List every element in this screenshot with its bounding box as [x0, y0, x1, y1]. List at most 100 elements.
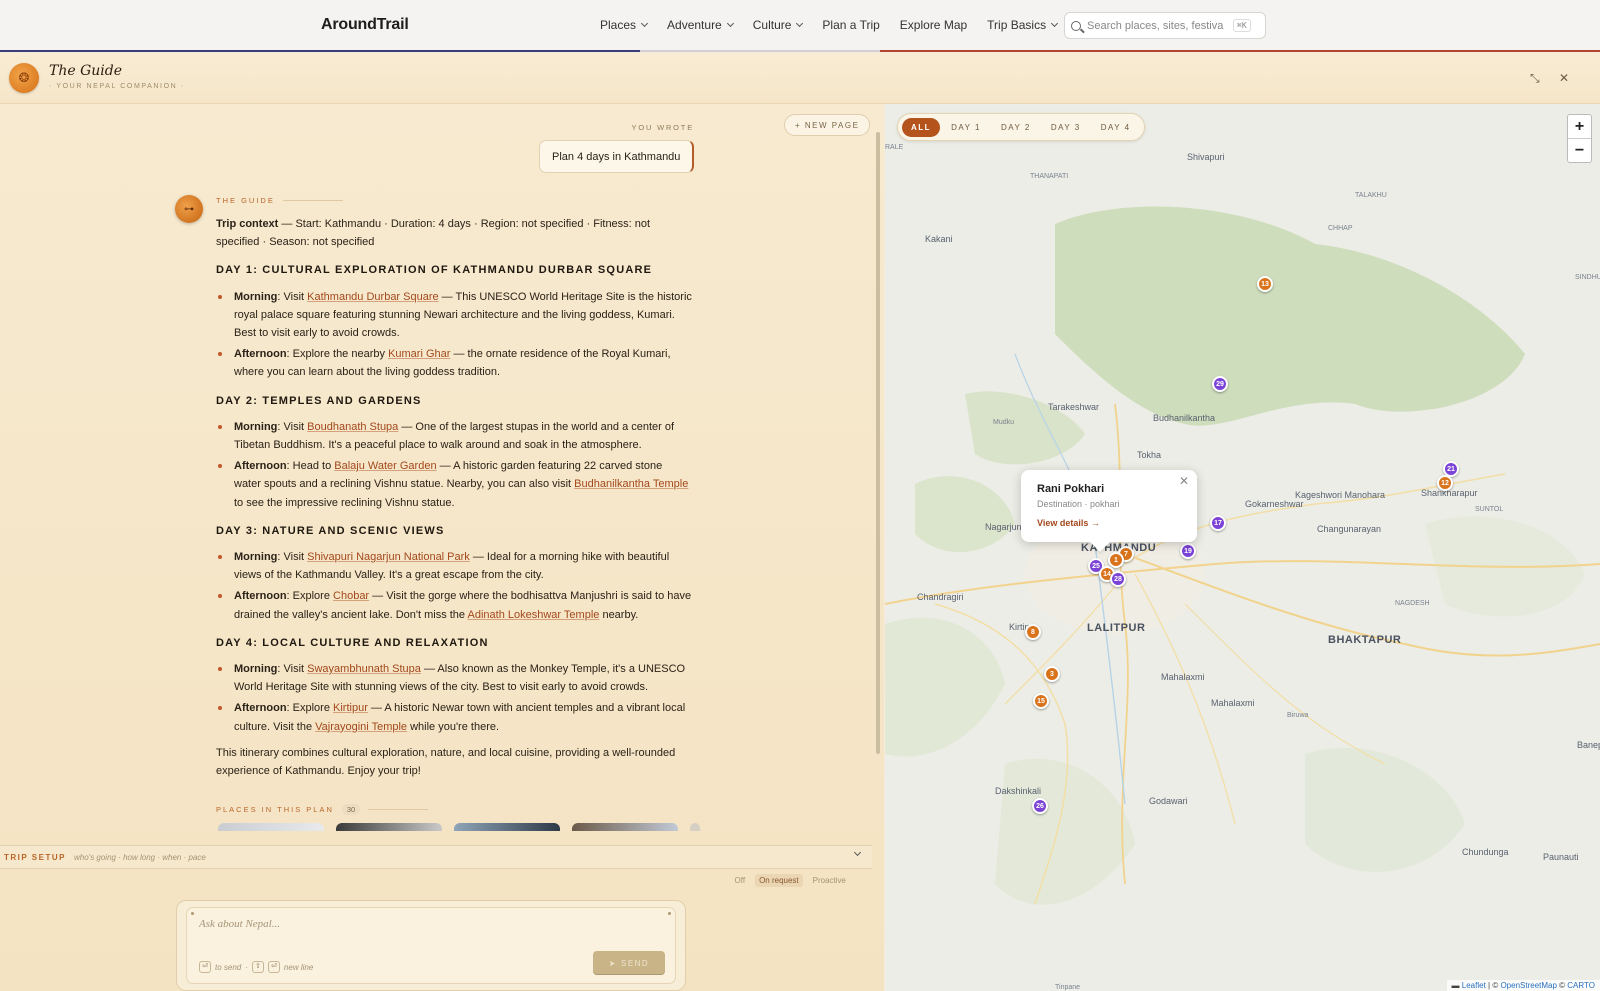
- map-place-label: NAGDESH: [1395, 600, 1430, 607]
- to-send-hint: to send: [215, 962, 242, 972]
- map-place-label: RALE: [885, 144, 904, 151]
- site-search[interactable]: ⌘K: [1064, 12, 1266, 39]
- map-place-label: Paunauti: [1543, 852, 1579, 862]
- place-link[interactable]: Shivapuri Nagarjun National Park: [307, 551, 470, 563]
- zoom-out-button[interactable]: −: [1568, 139, 1591, 163]
- tab-all[interactable]: ALL: [902, 117, 941, 137]
- day-filter-tabs: ALL DAY 1 DAY 2 DAY 3 DAY 4: [897, 113, 1145, 141]
- map-marker-12[interactable]: 12: [1437, 475, 1453, 491]
- place-link[interactable]: Budhanilkantha Temple: [574, 478, 688, 490]
- popup-close-icon[interactable]: ✕: [1179, 474, 1189, 488]
- map-marker-26[interactable]: 26: [1032, 798, 1048, 814]
- map-place-label: Kakani: [925, 234, 953, 244]
- place-card[interactable]: [336, 823, 442, 831]
- places-count-badge: 30: [341, 804, 361, 815]
- trip-setup-bar[interactable]: TRIP SETUP who's going · how long · when…: [0, 845, 872, 869]
- chat-scrollbar-thumb[interactable]: [876, 132, 880, 754]
- place-card[interactable]: [572, 823, 678, 831]
- enter-key-icon: ⏎: [267, 961, 280, 973]
- popup-title: Rani Pokhari: [1037, 483, 1105, 495]
- send-label: SEND: [620, 958, 650, 968]
- mode-proactive[interactable]: Proactive: [809, 874, 850, 887]
- tab-day-2[interactable]: DAY 2: [992, 118, 1040, 137]
- nav-item-culture[interactable]: Culture: [753, 18, 804, 32]
- osm-link[interactable]: OpenStreetMap: [1500, 981, 1556, 990]
- map-place-label: Tokha: [1137, 450, 1162, 460]
- close-icon[interactable]: ✕: [1559, 71, 1569, 85]
- nav-item-label: Trip Basics: [987, 18, 1047, 32]
- activity-item: Afternoon: Explore the nearby Kumari Gha…: [216, 345, 692, 381]
- place-card[interactable]: [690, 823, 700, 831]
- map-place-label: SINDHUKOT: [1575, 274, 1600, 281]
- hint-separator: ·: [245, 962, 248, 972]
- place-link[interactable]: Boudhanath Stupa: [307, 421, 398, 433]
- mode-off[interactable]: Off: [731, 874, 750, 887]
- you-wrote-label: YOU WROTE: [631, 123, 694, 132]
- guide-title: The Guide: [49, 63, 123, 79]
- collapse-icon[interactable]: ⤡: [1530, 71, 1540, 86]
- place-link[interactable]: Kathmandu Durbar Square: [307, 291, 438, 303]
- tab-day-1[interactable]: DAY 1: [942, 118, 990, 137]
- place-link[interactable]: Swayambhunath Stupa: [307, 663, 421, 675]
- nav-item-explore-map[interactable]: Explore Map: [900, 18, 967, 32]
- map-marker-13[interactable]: 13: [1257, 276, 1273, 292]
- trip-map[interactable]: ALL DAY 1 DAY 2 DAY 3 DAY 4 + − RALE Shivapur…: [885, 104, 1600, 991]
- map-marker-8[interactable]: 8: [1025, 624, 1041, 640]
- guide-header: ❂ The Guide · YOUR NEPAL COMPANION · ⤡ ✕: [0, 53, 1600, 104]
- nav-item-adventure[interactable]: Adventure: [667, 18, 734, 32]
- place-link[interactable]: Vajrayogini Temple: [315, 721, 407, 733]
- map-place-label: Chandragiri: [917, 592, 964, 602]
- itinerary-days: DAY 1: CULTURAL EXPLORATION OF KATHMANDU…: [216, 261, 692, 735]
- message-input[interactable]: [199, 918, 599, 938]
- corner-ornament: [668, 912, 671, 915]
- activity-item: Afternoon: Explore Kirtipur — A historic…: [216, 699, 692, 735]
- place-card[interactable]: [218, 823, 324, 831]
- place-link[interactable]: Chobar: [333, 590, 369, 602]
- activity-item: Morning: Visit Swayambhunath Stupa — Als…: [216, 660, 692, 696]
- search-input[interactable]: [1087, 19, 1227, 32]
- map-place-label: SUNTOL: [1475, 506, 1504, 513]
- tab-day-3[interactable]: DAY 3: [1042, 118, 1090, 137]
- zoom-in-button[interactable]: +: [1568, 115, 1591, 139]
- send-button[interactable]: ➤ SEND: [593, 951, 665, 975]
- map-marker-19[interactable]: 19: [1180, 543, 1196, 559]
- activity-text: : Visit: [277, 420, 308, 433]
- mode-on-request[interactable]: On request: [755, 874, 803, 887]
- tab-day-4[interactable]: DAY 4: [1092, 118, 1140, 137]
- map-marker-28[interactable]: 28: [1110, 571, 1126, 587]
- map-place-label: Nagarjun: [985, 522, 1022, 532]
- trip-context: Trip context — Start: Kathmandu · Durati…: [216, 215, 692, 251]
- nav-item-plan-a-trip[interactable]: Plan a Trip: [822, 18, 879, 32]
- map-marker-3[interactable]: 3: [1044, 666, 1060, 682]
- place-link[interactable]: Adinath Lokeshwar Temple: [468, 609, 600, 621]
- place-link[interactable]: Kumari Ghar: [388, 348, 450, 360]
- activity-text: nearby.: [599, 608, 639, 621]
- nav-item-label: Places: [600, 18, 637, 32]
- guide-response: Trip context — Start: Kathmandu · Durati…: [216, 215, 692, 788]
- nav-item-trip-basics[interactable]: Trip Basics: [987, 18, 1059, 32]
- nav-item-places[interactable]: Places: [600, 18, 649, 32]
- brand-logo[interactable]: AroundTrail: [321, 16, 409, 34]
- suggestion-mode-toggle: Off On request Proactive: [731, 874, 850, 887]
- map-marker-29[interactable]: 29: [1212, 376, 1228, 392]
- day-activities: Morning: Visit Shivapuri Nagarjun Nation…: [216, 548, 692, 624]
- map-place-label: Mahalaxmi: [1161, 672, 1205, 682]
- main-menu: Places Adventure Culture Plan a Trip Explore…: [600, 18, 1059, 32]
- place-link[interactable]: Balaju Water Garden: [334, 460, 436, 472]
- guide-subtitle: · YOUR NEPAL COMPANION ·: [49, 83, 185, 90]
- map-marker-15[interactable]: 15: [1033, 693, 1049, 709]
- map-popup: Rani Pokhari Destination · pokhari View …: [1021, 470, 1197, 542]
- place-card[interactable]: [454, 823, 560, 831]
- day-heading: DAY 1: CULTURAL EXPLORATION OF KATHMANDU…: [216, 264, 653, 277]
- nav-item-label: Adventure: [667, 18, 722, 32]
- attribution-separator: ©: [1556, 981, 1568, 990]
- chevron-down-icon[interactable]: [853, 848, 862, 857]
- map-marker-1[interactable]: 1: [1108, 552, 1124, 568]
- new-page-button[interactable]: + NEW PAGE: [784, 114, 871, 136]
- map-marker-17[interactable]: 17: [1210, 515, 1226, 531]
- place-link[interactable]: Kirtipur: [333, 702, 368, 714]
- popup-view-details-link[interactable]: View details →: [1037, 518, 1100, 528]
- carto-link[interactable]: CARTO: [1567, 981, 1595, 990]
- activity-time: Morning: [234, 290, 278, 303]
- leaflet-link[interactable]: Leaflet: [1462, 981, 1486, 990]
